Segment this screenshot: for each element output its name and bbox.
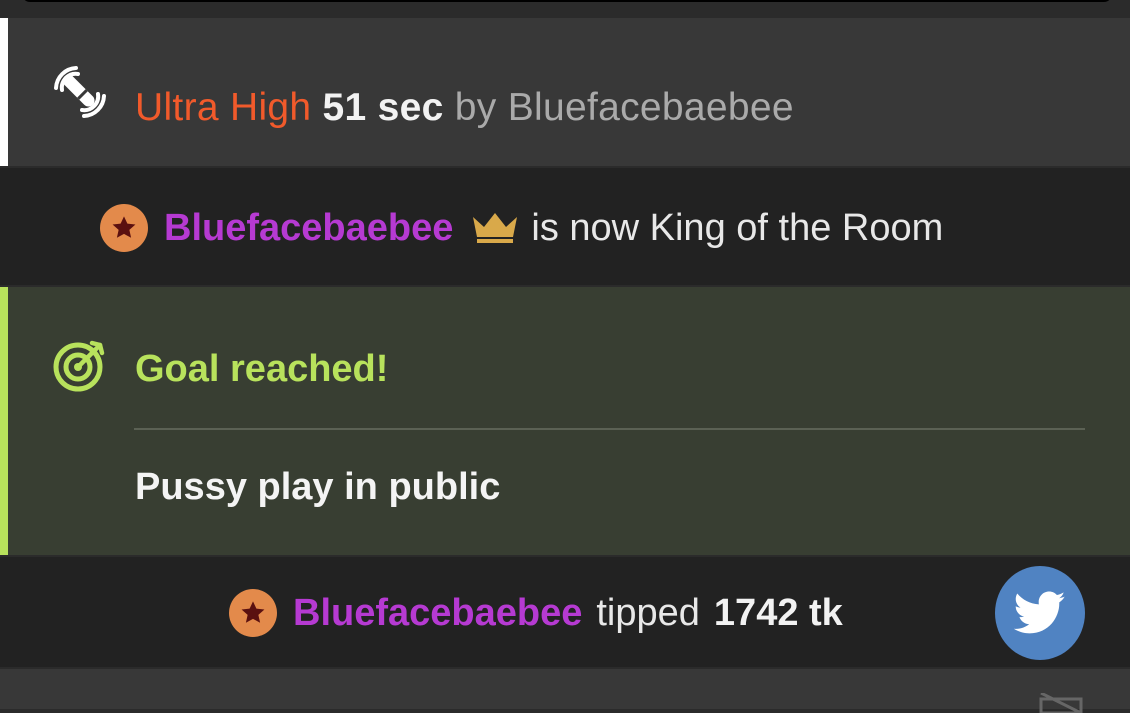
twitter-share-button[interactable] xyxy=(995,566,1085,660)
goal-divider xyxy=(134,428,1085,430)
king-message: Bluefacebaebee is now King of the Room xyxy=(0,168,1130,285)
goal-message: Goal reached! Pussy play in public xyxy=(0,287,1130,555)
by-label: by xyxy=(454,86,497,129)
twitter-icon xyxy=(1014,591,1066,634)
tip-verb: tipped xyxy=(596,591,700,634)
top-input-bar xyxy=(22,0,1112,2)
goal-description: Pussy play in public xyxy=(135,466,501,508)
vibrator-icon xyxy=(54,66,106,118)
tip-message: Bluefacebaebee tipped 1742 tk xyxy=(0,557,1130,667)
muted-icon xyxy=(1039,693,1083,713)
partial-next-message xyxy=(0,669,1130,713)
vibe-username[interactable]: Bluefacebaebee xyxy=(508,86,794,129)
star-badge-icon xyxy=(100,204,148,252)
vibe-duration: 51 sec xyxy=(322,86,444,129)
star-badge-icon xyxy=(229,589,277,637)
vibe-message: Ultra High 51 sec by Bluefacebaebee xyxy=(0,18,1130,166)
vibe-level: Ultra High xyxy=(135,86,312,129)
crown-icon xyxy=(473,213,518,243)
tip-username[interactable]: Bluefacebaebee xyxy=(293,592,582,635)
goal-title: Goal reached! xyxy=(135,348,389,390)
king-username[interactable]: Bluefacebaebee xyxy=(164,207,453,250)
vibe-line: Ultra High 51 sec by Bluefacebaebee xyxy=(135,86,794,130)
king-text: is now King of the Room xyxy=(531,206,944,249)
target-icon xyxy=(53,340,105,392)
tip-amount: 1742 tk xyxy=(713,591,843,634)
